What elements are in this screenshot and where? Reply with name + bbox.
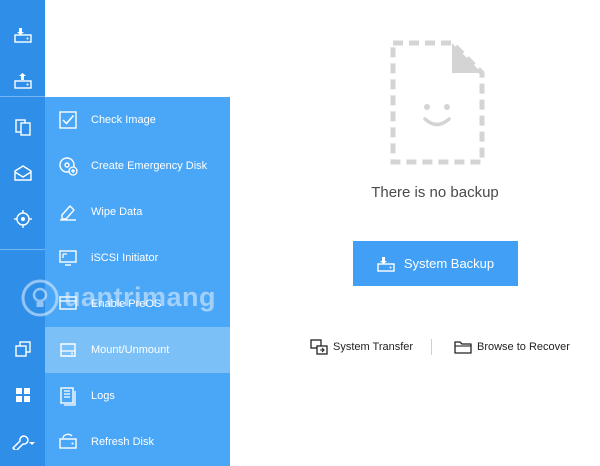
- system-transfer-label: System Transfer: [333, 341, 414, 353]
- rail-tools[interactable]: [0, 418, 45, 464]
- apps-grid-icon: [15, 388, 30, 402]
- system-backup-button[interactable]: System Backup: [353, 241, 518, 286]
- system-backup-label: System Backup: [403, 256, 495, 271]
- logs-icon: [60, 387, 76, 406]
- folder-icon: [454, 341, 472, 354]
- rail-mail[interactable]: [0, 150, 45, 196]
- lightbulb-icon: [21, 279, 59, 316]
- sidebar-rail: [0, 0, 45, 466]
- menu-item-label: Create Emergency Disk: [91, 160, 208, 172]
- menu-item-create-emergency-disk[interactable]: Create Emergency Disk: [45, 143, 230, 189]
- system-transfer-icon: [310, 339, 328, 355]
- backup-disk-icon: [13, 28, 32, 43]
- rail-backup-disk[interactable]: [0, 12, 45, 58]
- browse-to-recover-label: Browse to Recover: [477, 341, 570, 353]
- mail-icon: [13, 165, 32, 181]
- check-image-icon: [59, 111, 77, 129]
- emergency-disk-icon: [59, 157, 78, 176]
- empty-document-icon: [390, 40, 485, 165]
- clone-icon: [14, 119, 31, 136]
- backup-disk-icon: [377, 256, 395, 272]
- monitor-icon: [59, 250, 77, 266]
- menu-item-label: Mount/Unmount: [91, 344, 170, 356]
- menu-item-wipe-data[interactable]: Wipe Data: [45, 189, 230, 235]
- system-transfer-link[interactable]: System Transfer: [310, 337, 413, 357]
- rail-clone[interactable]: [0, 104, 45, 150]
- menu-item-check-image[interactable]: Check Image: [45, 97, 230, 143]
- menu-item-label: Logs: [91, 390, 115, 402]
- link-divider: [431, 339, 432, 355]
- menu-item-mount-unmount[interactable]: Mount/Unmount: [45, 327, 230, 373]
- target-icon: [13, 210, 32, 228]
- menu-item-logs[interactable]: Logs: [45, 373, 230, 419]
- empty-state-text: There is no backup: [371, 184, 499, 201]
- drive-icon: [60, 343, 76, 357]
- menu-item-label: Wipe Data: [91, 206, 143, 218]
- refresh-disk-icon: [59, 433, 77, 449]
- restore-disk-icon: [13, 73, 32, 89]
- copy-windows-icon: [14, 341, 31, 357]
- menu-item-refresh-disk[interactable]: Refresh Disk: [45, 419, 230, 465]
- rail-restore-disk[interactable]: [0, 58, 45, 104]
- eraser-icon: [60, 205, 76, 221]
- wrench-icon: [11, 435, 35, 450]
- menu-item-label: Check Image: [91, 114, 156, 126]
- rail-windows-copy[interactable]: [0, 326, 45, 372]
- menu-item-label: Refresh Disk: [91, 436, 154, 448]
- rail-apps[interactable]: [0, 372, 45, 418]
- watermark-text: uantrimang: [64, 282, 217, 312]
- browse-to-recover-link[interactable]: Browse to Recover: [454, 337, 570, 357]
- watermark: uantrimang: [20, 270, 240, 325]
- rail-target[interactable]: [0, 196, 45, 242]
